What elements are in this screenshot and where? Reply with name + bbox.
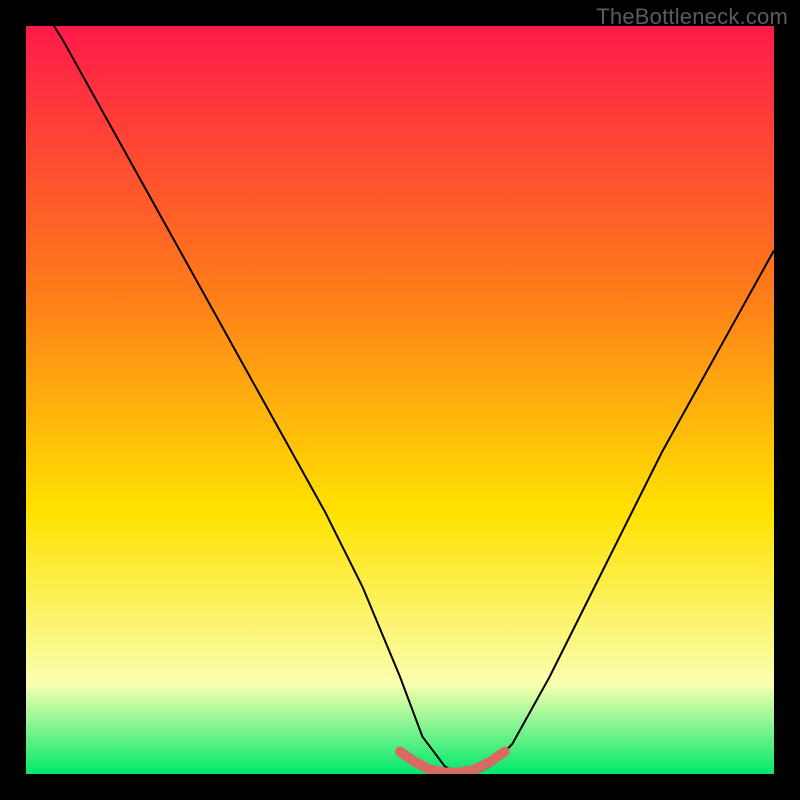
chart-svg xyxy=(26,26,774,774)
gradient-background xyxy=(26,26,774,774)
chart-area xyxy=(26,26,774,774)
outer-frame: TheBottleneck.com xyxy=(0,0,800,800)
